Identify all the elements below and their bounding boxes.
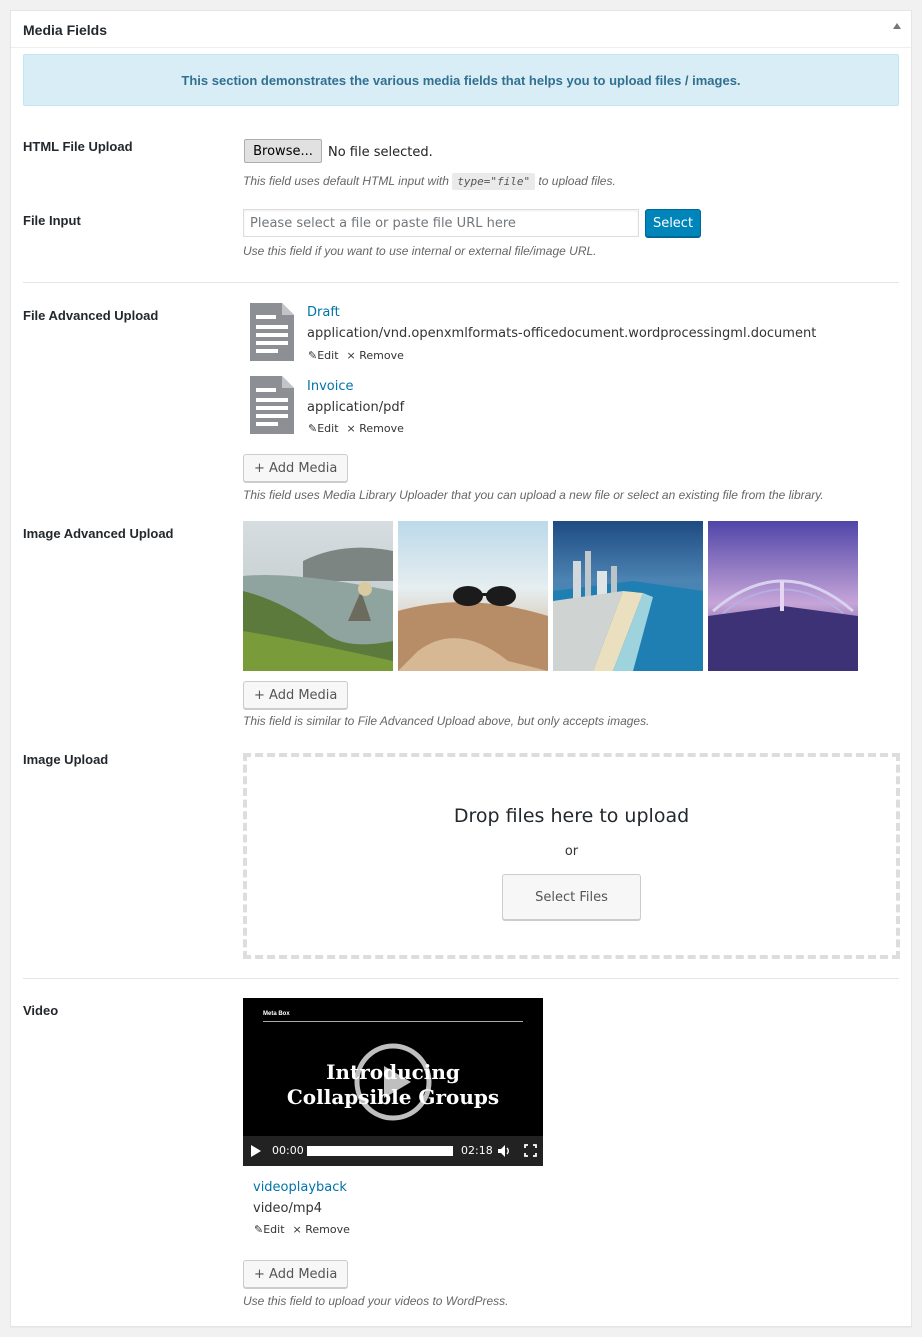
video-file-actions: ✎Edit × Remove: [254, 1223, 350, 1236]
play-overlay-icon[interactable]: [353, 1042, 433, 1122]
edit-label: Edit: [317, 422, 339, 435]
remove-link[interactable]: × Remove: [347, 422, 404, 435]
desc-text: to upload files.: [538, 174, 616, 188]
file-actions: ✎Edit × Remove: [308, 349, 404, 362]
drop-or: or: [564, 844, 579, 859]
drop-text: Drop files here to upload: [453, 805, 690, 827]
file-advanced-description: This field uses Media Library Uploader t…: [243, 488, 824, 502]
desc-text: This field uses default HTML input with: [243, 174, 449, 188]
file-status: No file selected.: [328, 145, 433, 160]
remove-link[interactable]: × Remove: [347, 349, 404, 362]
file-advanced-upload-label: File Advanced Upload: [23, 308, 159, 323]
close-icon: ×: [346, 422, 356, 435]
image-advanced-description: This field is similar to File Advanced U…: [243, 714, 650, 728]
select-button[interactable]: Select: [645, 209, 701, 237]
file-mime: application/vnd.openxmlformats-officedoc…: [307, 326, 817, 341]
video-file-title[interactable]: videoplayback: [253, 1180, 347, 1195]
code-snippet: type="file": [452, 173, 536, 190]
remove-link[interactable]: × Remove: [293, 1223, 350, 1236]
edit-link[interactable]: ✎Edit: [308, 349, 339, 362]
html-file-description: This field uses default HTML input with …: [243, 173, 616, 190]
edit-label: Edit: [317, 349, 339, 362]
pencil-icon: ✎: [308, 422, 318, 435]
postbox-header[interactable]: Media Fields: [11, 11, 911, 48]
image-thumbnail-sunglasses[interactable]: [398, 521, 548, 671]
edit-link[interactable]: ✎Edit: [254, 1223, 285, 1236]
video-label: Video: [23, 1003, 59, 1018]
divider: [23, 282, 899, 283]
pencil-icon: ✎: [308, 349, 318, 362]
add-media-button[interactable]: + Add Media: [243, 681, 349, 709]
video-brand: Meta Box: [263, 1011, 290, 1017]
divider: [23, 978, 899, 979]
image-thumbnail-bridge[interactable]: [708, 521, 858, 671]
file-input-description: Use this field if you want to use intern…: [243, 244, 597, 258]
image-advanced-upload-label: Image Advanced Upload: [23, 526, 174, 541]
html-file-upload-label: HTML File Upload: [23, 139, 133, 154]
play-icon[interactable]: [251, 1145, 261, 1157]
pencil-icon: ✎: [254, 1223, 264, 1236]
close-icon: ×: [346, 349, 356, 362]
video-description: Use this field to upload your videos to …: [243, 1294, 509, 1308]
browse-button[interactable]: Browse...: [244, 139, 322, 163]
video-player[interactable]: Meta Box Introducing Collapsible Groups …: [243, 998, 543, 1166]
add-media-button[interactable]: + Add Media: [243, 1260, 349, 1288]
volume-icon[interactable]: [497, 1144, 511, 1158]
image-thumbnail-city[interactable]: [553, 521, 703, 671]
file-actions: ✎Edit × Remove: [308, 422, 404, 435]
remove-label: Remove: [359, 349, 404, 362]
postbox-title: Media Fields: [23, 22, 108, 38]
info-notice: This section demonstrates the various me…: [23, 54, 899, 106]
file-mime: application/pdf: [307, 400, 405, 415]
edit-link[interactable]: ✎Edit: [308, 422, 339, 435]
select-files-button[interactable]: Select Files: [502, 874, 641, 920]
file-title-invoice[interactable]: Invoice: [307, 379, 353, 394]
media-fields-postbox: Media Fields This section demonstrates t…: [10, 10, 912, 1327]
document-icon: [250, 303, 294, 361]
add-media-button[interactable]: + Add Media: [243, 454, 349, 482]
edit-label: Edit: [263, 1223, 285, 1236]
video-controls: 00:00 02:18: [243, 1136, 543, 1166]
remove-label: Remove: [305, 1223, 350, 1236]
current-time: 00:00: [272, 1144, 304, 1157]
duration: 02:18: [461, 1144, 493, 1157]
file-url-input[interactable]: [243, 209, 639, 237]
file-input-label: File Input: [23, 213, 81, 228]
progress-track[interactable]: [307, 1146, 453, 1156]
fullscreen-icon[interactable]: [524, 1144, 537, 1157]
close-icon: ×: [292, 1223, 302, 1236]
video-file-mime: video/mp4: [253, 1201, 323, 1216]
document-icon: [250, 376, 294, 434]
image-upload-label: Image Upload: [23, 752, 109, 767]
video-rule: [263, 1021, 523, 1022]
remove-label: Remove: [359, 422, 404, 435]
image-thumbnail-coast[interactable]: [243, 521, 393, 671]
file-title-draft[interactable]: Draft: [307, 305, 340, 320]
collapse-arrow-icon[interactable]: [893, 23, 901, 29]
